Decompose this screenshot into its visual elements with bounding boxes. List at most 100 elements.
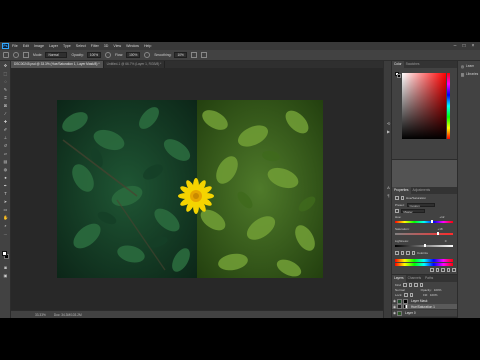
- filter-adjustment-icon[interactable]: [408, 283, 413, 287]
- tab-adjustments[interactable]: Adjustments: [411, 187, 433, 194]
- menu-select[interactable]: Select: [76, 44, 86, 48]
- lightness-value[interactable]: 0: [445, 239, 447, 243]
- type-tool-icon[interactable]: T: [3, 191, 8, 196]
- saturation-adjust-slider[interactable]: [395, 231, 453, 236]
- more-tools-icon[interactable]: …: [3, 231, 8, 236]
- screen-mode-icon[interactable]: ▣: [3, 273, 8, 278]
- symmetry-icon[interactable]: [200, 52, 207, 58]
- marquee-tool-icon[interactable]: ⬚: [3, 71, 8, 76]
- mask-icon[interactable]: [400, 196, 404, 200]
- kind-select[interactable]: Kind: [395, 283, 401, 287]
- tab-document-2[interactable]: Untitled-1 @ 66.7% (Layer 1, RGB/8) *: [104, 61, 166, 68]
- brush-settings-icon[interactable]: [23, 52, 29, 58]
- preset-select[interactable]: Custom: [406, 202, 435, 208]
- menu-window[interactable]: Window: [126, 44, 139, 48]
- tab-document-1[interactable]: DSC00245.psd @ 33.3% (Hue/Saturation 1, …: [11, 61, 104, 68]
- pressure-opacity-icon[interactable]: [105, 52, 112, 58]
- libraries-label[interactable]: Libraries: [466, 72, 478, 77]
- history-brush-tool-icon[interactable]: ↺: [3, 143, 8, 148]
- pen-tool-icon[interactable]: ✒: [3, 183, 8, 188]
- quick-mask-icon[interactable]: ◙: [3, 265, 8, 270]
- flow-field[interactable]: 100%: [126, 52, 141, 58]
- mask-thumbnail[interactable]: [403, 304, 408, 309]
- opacity-field[interactable]: 100%: [86, 52, 102, 58]
- tab-layers[interactable]: Layers: [392, 275, 406, 282]
- path-select-tool-icon[interactable]: ➤: [3, 199, 8, 204]
- mode-select[interactable]: Normal: [45, 52, 68, 58]
- tab-swatches[interactable]: Swatches: [404, 61, 422, 68]
- menu-filter[interactable]: Filter: [91, 44, 99, 48]
- move-tool-icon[interactable]: ✥: [3, 63, 8, 68]
- channel-select[interactable]: Master: [400, 208, 425, 214]
- trash-icon[interactable]: [452, 268, 456, 272]
- menu-layer[interactable]: Layer: [49, 44, 58, 48]
- hand-tool-icon[interactable]: ✋: [3, 215, 8, 220]
- gradient-tool-icon[interactable]: ▤: [3, 159, 8, 164]
- rectangle-tool-icon[interactable]: ▭: [3, 207, 8, 212]
- libraries-icon[interactable]: ▥: [460, 72, 465, 77]
- layer-row-layer-0[interactable]: ◉ Layer 0: [392, 310, 457, 317]
- smoothing-field[interactable]: 10%: [174, 52, 187, 58]
- smoothing-settings-icon[interactable]: [190, 52, 197, 58]
- minimize-button[interactable]: –: [452, 43, 458, 49]
- layer-name[interactable]: Hue/Saturation 1: [411, 305, 435, 309]
- saturation-value[interactable]: +18: [438, 227, 443, 231]
- tab-paths[interactable]: Paths: [423, 275, 435, 282]
- eyedropper-add-icon[interactable]: [400, 251, 404, 255]
- mask-thumbnail[interactable]: [403, 298, 408, 304]
- hue-value[interactable]: +12: [439, 215, 444, 219]
- view-previous-icon[interactable]: [435, 268, 439, 272]
- lightness-slider-knob[interactable]: [424, 243, 426, 248]
- colorize-checkbox[interactable]: [411, 251, 415, 255]
- layer-name[interactable]: Layer 0: [405, 311, 416, 315]
- targeted-adjustment-icon[interactable]: [395, 209, 399, 213]
- brush-tool-icon[interactable]: ✐: [3, 127, 8, 132]
- character-icon[interactable]: A: [386, 185, 391, 190]
- filter-shape-icon[interactable]: [419, 283, 424, 287]
- menu-3d[interactable]: 3D: [104, 44, 109, 48]
- reset-icon[interactable]: [441, 268, 445, 272]
- canvas-area[interactable]: [11, 68, 383, 310]
- tab-properties[interactable]: Properties: [392, 187, 411, 194]
- color-background-swatch[interactable]: [397, 74, 401, 78]
- layer-opacity-value[interactable]: 100%: [434, 288, 442, 292]
- quick-select-tool-icon[interactable]: ✎: [3, 87, 8, 92]
- saturation-slider-knob[interactable]: [436, 231, 439, 236]
- menu-file[interactable]: File: [12, 44, 18, 48]
- filter-pixel-icon[interactable]: [403, 283, 407, 287]
- lock-pixels-icon[interactable]: [404, 293, 408, 297]
- blend-mode-select[interactable]: Normal: [395, 288, 405, 292]
- eyedropper-tool-icon[interactable]: ⁄: [3, 111, 8, 116]
- menu-image[interactable]: Image: [34, 44, 44, 48]
- learn-label[interactable]: Learn: [466, 64, 474, 69]
- paragraph-icon[interactable]: ¶: [386, 193, 391, 198]
- clone-stamp-tool-icon[interactable]: ⊥: [3, 135, 8, 140]
- blur-tool-icon[interactable]: ◍: [3, 167, 8, 172]
- close-button[interactable]: ×: [470, 43, 476, 49]
- tab-color[interactable]: Color: [392, 61, 404, 68]
- hue-adjust-slider[interactable]: [395, 219, 453, 224]
- menu-type[interactable]: Type: [63, 44, 71, 48]
- home-icon[interactable]: [3, 52, 9, 58]
- lock-position-icon[interactable]: [409, 293, 414, 297]
- history-icon[interactable]: ⟲: [386, 121, 391, 126]
- airbrush-icon[interactable]: [144, 52, 151, 58]
- eraser-tool-icon[interactable]: ▱: [3, 151, 8, 156]
- menu-edit[interactable]: Edit: [23, 44, 29, 48]
- maximize-button[interactable]: □: [461, 43, 467, 49]
- foreground-color-swatch[interactable]: [2, 251, 7, 256]
- color-field[interactable]: [402, 73, 446, 139]
- clip-to-layer-icon[interactable]: [430, 268, 434, 272]
- healing-brush-tool-icon[interactable]: ✚: [3, 119, 8, 124]
- filter-type-icon[interactable]: [414, 283, 418, 287]
- layer-name[interactable]: Layer Mask: [411, 299, 427, 303]
- document-image[interactable]: [57, 100, 323, 278]
- frame-tool-icon[interactable]: ⊠: [3, 103, 8, 108]
- menu-view[interactable]: View: [113, 44, 121, 48]
- menu-help[interactable]: Help: [144, 44, 151, 48]
- fill-value[interactable]: 100%: [430, 293, 438, 297]
- dodge-tool-icon[interactable]: ●: [3, 175, 8, 180]
- zoom-level[interactable]: 33.33%: [35, 313, 46, 317]
- tab-channels[interactable]: Channels: [406, 275, 423, 282]
- lasso-tool-icon[interactable]: ◌: [3, 79, 8, 84]
